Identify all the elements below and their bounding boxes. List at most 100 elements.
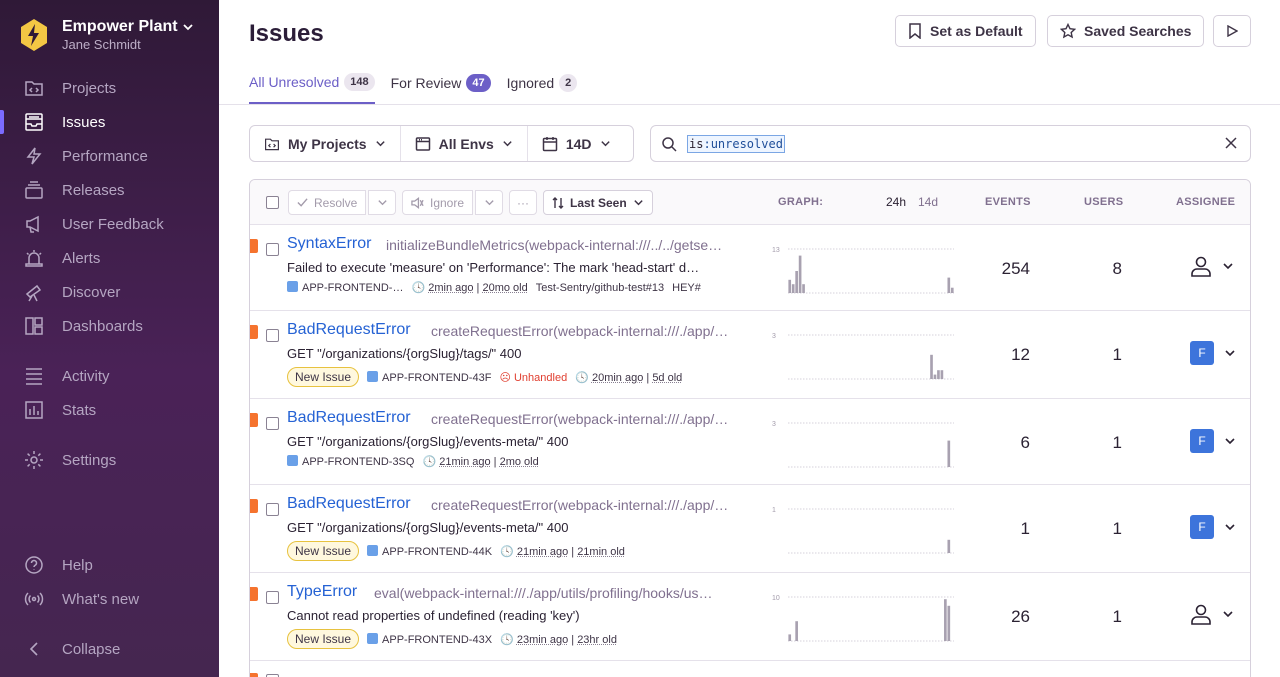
linked-issue[interactable]: Test-Sentry/github-test#13 <box>536 282 664 294</box>
nav-stats-label: Stats <box>62 401 97 419</box>
issue-title[interactable]: BadRequestError <box>287 495 411 513</box>
nav-discover[interactable]: Discover <box>0 277 219 307</box>
sort-dropdown[interactable]: Last Seen <box>543 190 653 215</box>
project-badge[interactable]: APP-FRONTEND-3SQ <box>287 455 414 468</box>
level-indicator <box>250 499 258 513</box>
row-checkbox[interactable] <box>266 591 279 604</box>
issue-message: Failed to execute 'measure' on 'Performa… <box>287 260 700 275</box>
chevron-down-icon <box>1225 350 1235 357</box>
dashboards-icon <box>24 316 44 336</box>
linked-issue[interactable]: HEY# <box>672 282 701 294</box>
set-default-button[interactable]: Set as Default <box>895 15 1036 47</box>
table-row[interactable] <box>250 661 1250 677</box>
nav-projects[interactable]: Projects <box>0 73 219 103</box>
saved-searches-label: Saved Searches <box>1084 23 1192 39</box>
tab-for-review[interactable]: For Review 47 <box>391 72 491 105</box>
table-row[interactable]: TypeError eval(webpack-internal:///./app… <box>250 573 1250 661</box>
table-row[interactable]: BadRequestError createRequestError(webpa… <box>250 399 1250 485</box>
assignee-selector[interactable] <box>1190 255 1234 277</box>
nav-user-feedback[interactable]: User Feedback <box>0 209 219 239</box>
nav-dashboards[interactable]: Dashboards <box>0 311 219 341</box>
select-all-checkbox[interactable] <box>266 196 279 209</box>
date-filter[interactable]: 14D <box>528 126 625 161</box>
project-filter[interactable]: My Projects <box>250 126 401 161</box>
row-checkbox[interactable] <box>266 329 279 342</box>
search-token[interactable]: is:unresolved <box>687 134 785 153</box>
issue-title[interactable]: TypeError <box>287 583 357 601</box>
table-row[interactable]: SyntaxError initializeBundleMetrics(webp… <box>250 225 1250 311</box>
issue-title[interactable]: BadRequestError <box>287 409 411 427</box>
org-logo-icon <box>21 19 47 51</box>
table-row[interactable]: BadRequestError createRequestError(webpa… <box>250 485 1250 573</box>
assignee-header: ASSIGNEE <box>1176 196 1236 208</box>
search-icon <box>662 136 677 152</box>
resolve-button[interactable]: Resolve <box>288 190 367 215</box>
project-badge[interactable]: APP-FRONTEND-43X <box>367 632 492 646</box>
table-header: Resolve Ignore ··· Last Seen GRAPH: 24h … <box>250 180 1250 225</box>
ignore-button[interactable]: Ignore <box>402 190 474 215</box>
nav-collapse[interactable]: Collapse <box>0 634 219 664</box>
nav-help[interactable]: Help <box>0 550 219 580</box>
stats-icon <box>24 400 44 420</box>
nav-performance[interactable]: Performance <box>0 141 219 171</box>
nav-stats[interactable]: Stats <box>0 395 219 425</box>
nav-releases[interactable]: Releases <box>0 175 219 205</box>
nav-collapse-label: Collapse <box>62 640 121 658</box>
ignore-dropdown[interactable] <box>475 190 503 215</box>
environment-filter-label: All Envs <box>438 135 494 152</box>
avatar: F <box>1190 515 1214 539</box>
graph-bar <box>791 284 795 293</box>
nav-activity[interactable]: Activity <box>0 361 219 391</box>
table-row[interactable]: BadRequestError createRequestError(webpa… <box>250 311 1250 399</box>
users-header: USERS <box>1084 196 1124 208</box>
chevron-left-icon <box>24 639 44 659</box>
graph-bar <box>930 354 933 379</box>
environment-filter[interactable]: All Envs <box>401 126 528 161</box>
resolve-dropdown[interactable] <box>368 190 396 215</box>
saved-searches-button[interactable]: Saved Searches <box>1047 15 1205 47</box>
event-graph: 3 <box>772 421 954 468</box>
nav-whats-new[interactable]: What's new <box>0 584 219 614</box>
more-actions-button[interactable]: ··· <box>509 190 537 215</box>
mute-icon <box>411 196 424 209</box>
project-icon <box>367 370 379 382</box>
row-checkbox[interactable] <box>266 243 279 256</box>
time-info: 🕓 21min ago | 21min old <box>500 545 625 558</box>
close-icon[interactable] <box>1224 136 1238 150</box>
nav-issues[interactable]: Issues <box>0 107 219 137</box>
projects-icon <box>24 78 44 98</box>
more-label: ··· <box>517 195 529 210</box>
new-issue-badge: New Issue <box>287 367 360 387</box>
play-button[interactable] <box>1213 15 1251 47</box>
assignee-selector[interactable]: F <box>1190 515 1236 539</box>
row-checkbox[interactable] <box>266 503 279 516</box>
assignee-selector[interactable]: F <box>1190 429 1236 453</box>
lightning-icon <box>24 146 44 166</box>
graph-max-label: 3 <box>772 421 776 428</box>
project-icon <box>287 455 298 466</box>
row-checkbox[interactable] <box>266 417 279 430</box>
count-badge: 2 <box>559 74 578 92</box>
resolve-label: Resolve <box>314 195 358 210</box>
nav-alerts[interactable]: Alerts <box>0 243 219 273</box>
assignee-selector[interactable] <box>1190 603 1234 625</box>
nav-settings[interactable]: Settings <box>0 445 219 475</box>
issue-message: GET "/organizations/{orgSlug}/tags/" 400 <box>287 346 522 361</box>
period-24h[interactable]: 24h <box>886 195 906 209</box>
tab-ignored[interactable]: Ignored 2 <box>507 72 578 105</box>
time-info: 🕓 21min ago | 2mo old <box>422 456 539 468</box>
org-switcher[interactable]: Empower Plant Jane Schmidt <box>20 18 194 52</box>
releases-icon <box>24 180 44 200</box>
project-badge[interactable]: APP-FRONTEND-44K <box>367 544 492 558</box>
graph-max-label: 1 <box>772 507 776 514</box>
issue-title[interactable]: SyntaxError <box>287 235 371 253</box>
issue-title[interactable]: BadRequestError <box>287 321 411 339</box>
project-badge[interactable]: APP-FRONTEND-… <box>287 281 403 294</box>
project-icon <box>287 281 298 292</box>
assignee-selector[interactable]: F <box>1190 341 1236 365</box>
project-badge[interactable]: APP-FRONTEND-43F <box>367 370 491 384</box>
issue-search-input[interactable]: is:unresolved <box>650 125 1251 162</box>
period-14d[interactable]: 14d <box>918 195 938 209</box>
graph-bar <box>802 284 805 293</box>
tab-all-unresolved[interactable]: All Unresolved 148 <box>249 72 375 105</box>
